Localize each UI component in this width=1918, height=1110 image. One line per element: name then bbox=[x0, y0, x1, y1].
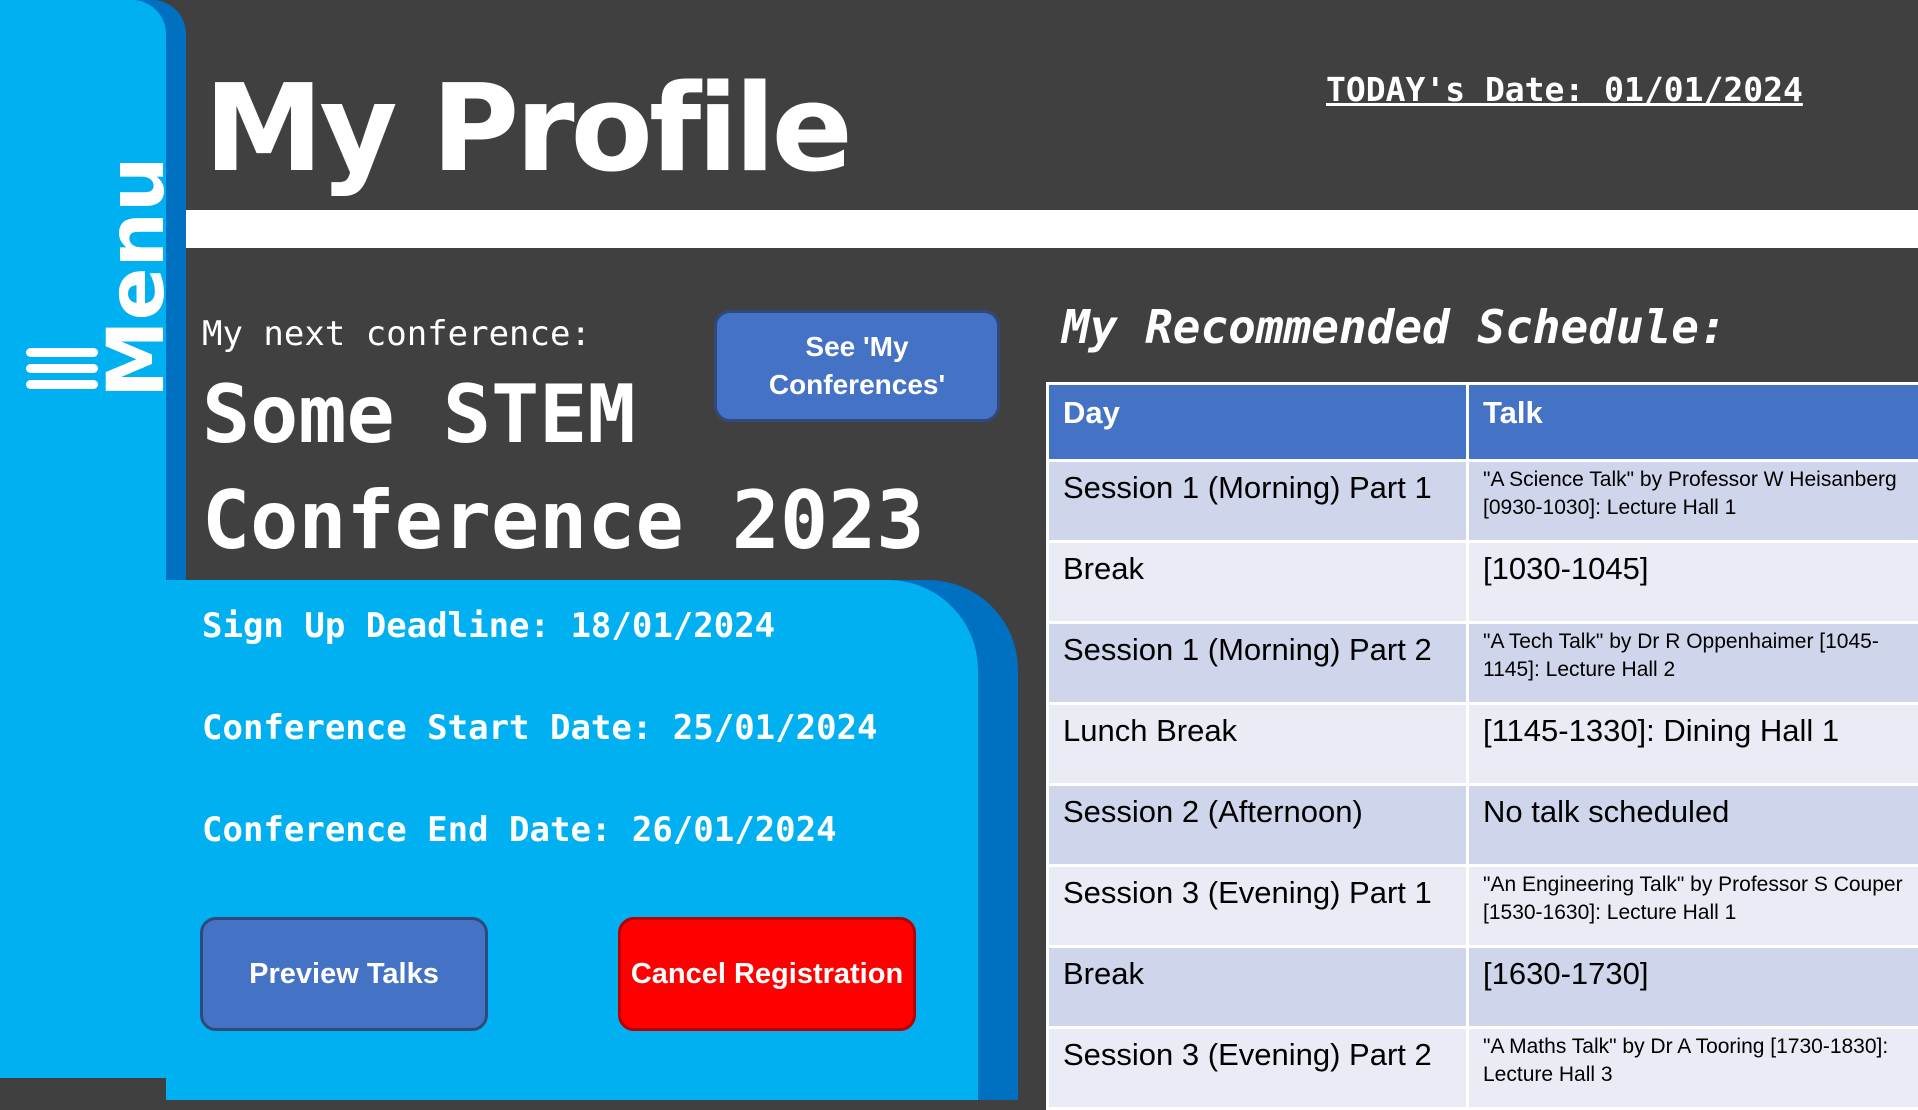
conference-start-date: Conference Start Date: 25/01/2024 bbox=[202, 708, 878, 748]
header-divider bbox=[186, 210, 1918, 248]
schedule-talk: "A Science Talk" by Professor W Heisanbe… bbox=[1468, 461, 1918, 542]
table-row: Session 1 (Morning) Part 2 "A Tech Talk"… bbox=[1048, 623, 1918, 704]
schedule-talk: No talk scheduled bbox=[1468, 785, 1918, 866]
column-header-talk: Talk bbox=[1468, 384, 1918, 461]
table-row: Session 1 (Morning) Part 1 "A Science Ta… bbox=[1048, 461, 1918, 542]
signup-deadline: Sign Up Deadline: 18/01/2024 bbox=[202, 606, 775, 646]
schedule-day: Session 2 (Afternoon) bbox=[1048, 785, 1468, 866]
schedule-talk: [1030-1045] bbox=[1468, 542, 1918, 623]
schedule-table: Day Talk Session 1 (Morning) Part 1 "A S… bbox=[1046, 382, 1918, 1110]
conference-end-date: Conference End Date: 26/01/2024 bbox=[202, 810, 837, 850]
table-row: Break [1630-1730] bbox=[1048, 947, 1918, 1028]
cancel-registration-button[interactable]: Cancel Registration bbox=[618, 917, 916, 1031]
schedule-day: Session 1 (Morning) Part 2 bbox=[1048, 623, 1468, 704]
table-row: Lunch Break [1145-1330]: Dining Hall 1 bbox=[1048, 704, 1918, 785]
table-row: Session 3 (Evening) Part 1 "An Engineeri… bbox=[1048, 866, 1918, 947]
column-header-day: Day bbox=[1048, 384, 1468, 461]
schedule-talk: "A Tech Talk" by Dr R Oppenhaimer [1045-… bbox=[1468, 623, 1918, 704]
hamburger-icon[interactable] bbox=[26, 348, 98, 390]
table-row: Session 2 (Afternoon) No talk scheduled bbox=[1048, 785, 1918, 866]
schedule-day: Session 1 (Morning) Part 1 bbox=[1048, 461, 1468, 542]
next-conference-label: My next conference: bbox=[202, 314, 591, 354]
schedule-talk: "A Maths Talk" by Dr A Tooring [1730-183… bbox=[1468, 1028, 1918, 1109]
side-menu[interactable]: Menu bbox=[0, 0, 166, 1078]
schedule-header-row: Day Talk bbox=[1048, 384, 1918, 461]
schedule-talk: "An Engineering Talk" by Professor S Cou… bbox=[1468, 866, 1918, 947]
schedule-day: Session 3 (Evening) Part 1 bbox=[1048, 866, 1468, 947]
today-date: TODAY's Date: 01/01/2024 bbox=[1326, 70, 1803, 109]
schedule-talk: [1630-1730] bbox=[1468, 947, 1918, 1028]
schedule-day: Session 3 (Evening) Part 2 bbox=[1048, 1028, 1468, 1109]
schedule-title: My Recommended Schedule: bbox=[1062, 300, 1727, 354]
schedule-day: Break bbox=[1048, 542, 1468, 623]
page-title: My Profile bbox=[204, 60, 849, 199]
schedule-day: Break bbox=[1048, 947, 1468, 1028]
table-row: Session 3 (Evening) Part 2 "A Maths Talk… bbox=[1048, 1028, 1918, 1109]
schedule-day: Lunch Break bbox=[1048, 704, 1468, 785]
table-row: Break [1030-1045] bbox=[1048, 542, 1918, 623]
menu-label: Menu bbox=[92, 156, 182, 398]
schedule-talk: [1145-1330]: Dining Hall 1 bbox=[1468, 704, 1918, 785]
see-my-conferences-button[interactable]: See 'My Conferences' bbox=[714, 310, 1000, 422]
preview-talks-button[interactable]: Preview Talks bbox=[200, 917, 488, 1031]
